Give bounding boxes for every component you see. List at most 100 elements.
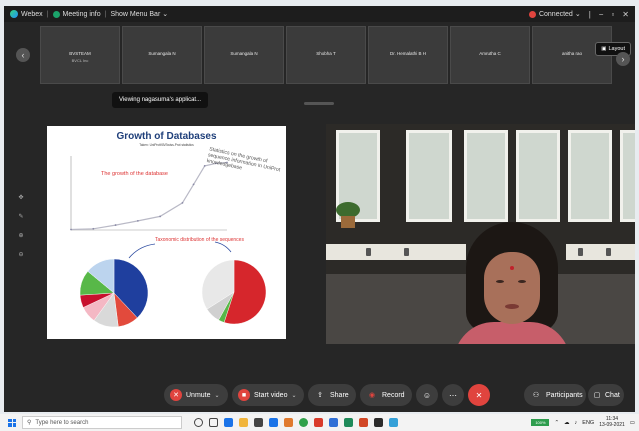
shared-content[interactable]: Growth of Databases Taken: UniProtKB/Swi… [47, 126, 286, 339]
powerpoint-icon[interactable] [359, 418, 368, 427]
firefox-icon[interactable] [284, 418, 293, 427]
battery-indicator[interactable]: 100% [531, 419, 550, 426]
volume-icon[interactable]: ♪ [575, 420, 578, 426]
windows-taskbar: ⚲ Type here to search 100% ⌃ ☁ ♪ ENG 11:… [0, 414, 639, 431]
share-label: Share [330, 391, 349, 399]
clock-date: 13-09-2021 [599, 421, 625, 428]
annotate-icon[interactable]: ✎ [16, 213, 26, 220]
participant-name: Amrutha C [479, 51, 501, 56]
chat-button[interactable]: ▢ Chat [588, 384, 624, 406]
strip-next-button[interactable]: › [616, 52, 630, 66]
share-button[interactable]: ⇪ Share [308, 384, 356, 406]
task-view-icon[interactable] [209, 418, 218, 427]
connection-status[interactable]: Connected ⌄ [528, 10, 581, 18]
divider: | [46, 10, 49, 18]
participant-tile[interactable]: Dr. Hemalathi B H [368, 26, 448, 84]
data-point [92, 227, 95, 230]
zoom-in-icon[interactable]: ⊕ [16, 232, 26, 239]
webex-menu[interactable]: Webex [10, 10, 43, 18]
close-icon: ✕ [475, 390, 483, 400]
unmute-button[interactable]: ✕ Unmute ⌄ [164, 384, 228, 406]
meeting-controls: ✕ Unmute ⌄ ■ Start video ⌄ ⇪ Share ◉ Rec… [4, 378, 635, 410]
taskbar-search-placeholder: Type here to search [35, 419, 89, 426]
chevron-down-icon: ⌄ [162, 11, 169, 18]
unmute-label: Unmute [186, 391, 211, 399]
participant-tile[interactable]: Amrutha C [450, 26, 530, 84]
webex-logo-icon [10, 10, 18, 18]
reactions-button[interactable]: ☺ [416, 384, 438, 406]
app-icon[interactable] [314, 418, 323, 427]
maximize-icon[interactable]: ▫ [611, 10, 614, 19]
close-icon[interactable]: ✕ [622, 10, 629, 19]
language-indicator[interactable]: ENG [582, 420, 594, 426]
switch [404, 248, 409, 256]
record-label: Record [382, 391, 405, 399]
windows-start-icon[interactable] [8, 418, 16, 427]
participants-button[interactable]: ⚇ Participants [524, 384, 586, 406]
show-menu-bar-label: Show Menu Bar [110, 10, 161, 18]
switchboard [566, 244, 635, 260]
zoom-out-icon[interactable]: ⊖ [16, 251, 26, 258]
chevron-down-icon: ⌄ [574, 11, 581, 18]
bindi [510, 266, 514, 270]
sharing-tooltip: Viewing nagasuma's applicat... [112, 92, 209, 108]
webex-window: Webex | Meeting info | Show Menu Bar ⌄ C… [4, 6, 635, 412]
network-icon[interactable]: ☁ [564, 420, 570, 426]
leave-meeting-button[interactable]: ✕ [468, 384, 490, 406]
strip-resize-handle[interactable] [304, 102, 334, 105]
pointer-icon[interactable]: ✥ [16, 194, 26, 201]
file-explorer-icon[interactable] [239, 418, 248, 427]
camera-off-icon: ■ [238, 389, 250, 401]
microphone-muted-icon: ✕ [170, 389, 182, 401]
switch [606, 248, 611, 256]
data-point [70, 228, 72, 231]
plant-pot [341, 216, 355, 228]
excel-icon[interactable] [344, 418, 353, 427]
record-icon: ◉ [368, 392, 376, 399]
divider: | [104, 10, 107, 18]
terminal-icon[interactable] [374, 418, 383, 427]
switchboard [326, 244, 466, 260]
arrow-left [128, 243, 156, 259]
participant-tile[interactable]: Sumangala N [204, 26, 284, 84]
photos-icon[interactable] [389, 418, 398, 427]
more-options-button[interactable]: ⋯ [442, 384, 464, 406]
title-bar: Webex | Meeting info | Show Menu Bar ⌄ C… [4, 6, 635, 22]
word-icon[interactable] [329, 418, 338, 427]
window-pane [516, 130, 560, 222]
cortana-icon[interactable] [194, 418, 203, 427]
notifications-icon[interactable]: ▭ [630, 420, 635, 426]
show-menu-bar-button[interactable]: Show Menu Bar ⌄ [110, 10, 169, 19]
participant-org: BVCL Inc [71, 58, 89, 63]
participants-icon: ⚇ [532, 392, 540, 399]
participant-name: Dr. Hemalathi B H [389, 51, 426, 56]
chat-icon: ▢ [593, 392, 601, 399]
participant-tile[interactable]: Sumangala N [122, 26, 202, 84]
start-video-button[interactable]: ■ Start video ⌄ [232, 384, 304, 406]
taxonomic-label: Taxonomic distribution of the sequences [155, 237, 244, 243]
participant-tile[interactable]: BVSTEAM BVCL Inc [40, 26, 120, 84]
taskbar-search[interactable]: ⚲ Type here to search [22, 416, 182, 429]
strip-prev-button[interactable]: ‹ [16, 48, 30, 62]
participant-tile[interactable]: Shobha T [286, 26, 366, 84]
more-icon: ⋯ [449, 390, 457, 400]
annotation-tools: ✥ ✎ ⊕ ⊖ [16, 194, 26, 270]
arrow-right [214, 241, 232, 253]
store-icon[interactable] [254, 418, 263, 427]
clock[interactable]: 11:34 13-09-2021 [599, 416, 625, 428]
active-speaker-video[interactable] [326, 124, 635, 344]
webex-app-icon[interactable] [224, 418, 233, 427]
minimize-icon[interactable]: − [599, 10, 604, 19]
chevron-up-icon[interactable]: ⌃ [554, 420, 559, 426]
participant-name: Sumangala N [148, 51, 176, 56]
record-button[interactable]: ◉ Record [360, 384, 412, 406]
data-point [192, 183, 195, 186]
chrome-icon[interactable] [299, 418, 308, 427]
mail-icon[interactable] [269, 418, 278, 427]
data-point [114, 224, 117, 226]
window-pane [464, 130, 508, 222]
mouth [505, 304, 519, 309]
meeting-info-button[interactable]: Meeting info [52, 10, 101, 18]
connection-status-icon [528, 10, 536, 18]
connection-status-label: Connected [538, 10, 573, 18]
